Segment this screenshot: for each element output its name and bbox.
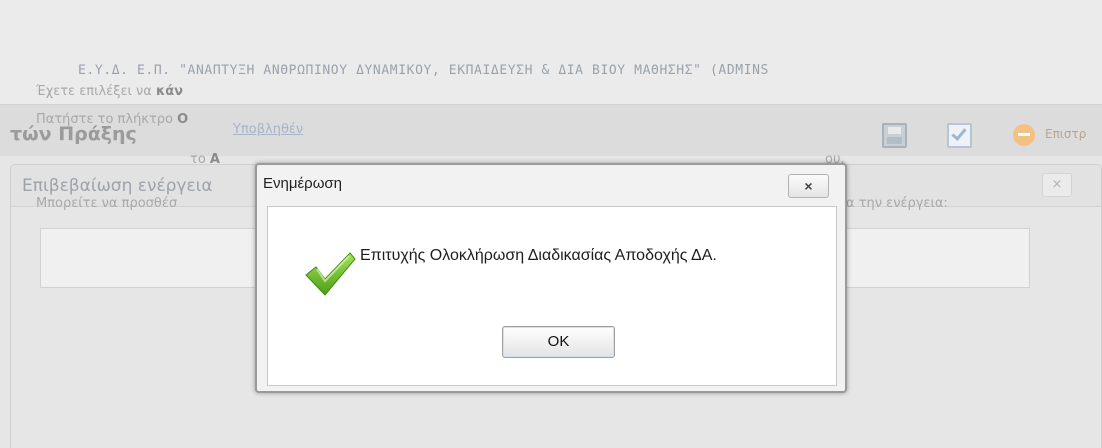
alert-close-button[interactable]: × [788,174,829,198]
alert-content: Επιτυχής Ολοκλήρωση Διαδικασίας Αποδοχής… [267,206,837,386]
save-icon[interactable] [882,123,907,148]
alert-message: Επιτυχής Ολοκλήρωση Διαδικασίας Αποδοχής… [360,247,717,264]
organization-title: Ε.Υ.Δ. Ε.Π. "ΑΝΑΠΤΥΞΗ ΑΝΘΡΩΠΙΝΟΥ ΔΥΝΑΜΙΚ… [78,63,769,78]
confirm-dialog-title: Επιβεβαίωση ενέργεια [22,176,213,196]
success-check-icon [305,252,356,296]
info-alert-dialog: Ενημέρωση × Επιτυχής Ολοκλήρωση Διαδικασ… [255,163,847,393]
confirm-line-3: το Α [190,152,220,167]
confirm-line-4-end: α την ενέργεια: [846,196,948,211]
confirm-dialog-close-button[interactable]: × [1042,173,1072,197]
confirm-line-2: Πατήστε το πλήκτρο Ο [36,112,189,127]
ok-button[interactable]: OK [502,326,615,358]
confirm-line-4: Μπορείτε να προσθέσ [36,196,178,211]
status-link[interactable]: Υποβληθέν [233,122,303,137]
check-icon[interactable] [947,123,972,148]
alert-title: Ενημέρωση [263,175,343,192]
confirm-line-1: Έχετε επιλέξει να κάν [36,84,183,99]
back-icon[interactable] [1013,124,1035,146]
back-button-label[interactable]: Επιστρ [1045,127,1086,141]
